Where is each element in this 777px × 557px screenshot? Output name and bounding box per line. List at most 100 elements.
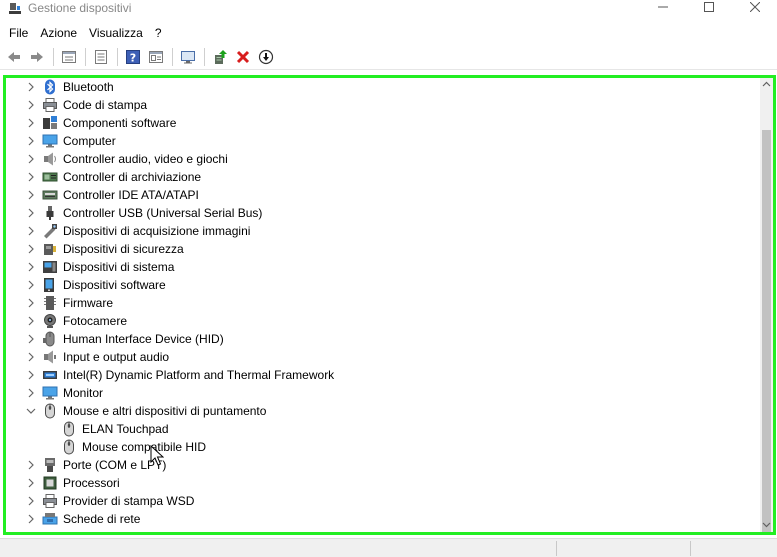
chevron-right-icon[interactable] xyxy=(26,460,36,470)
chevron-right-icon[interactable] xyxy=(26,370,36,380)
tree-node-dispositivi-di-sistema[interactable]: Dispositivi di sistema xyxy=(6,258,760,276)
close-button[interactable] xyxy=(732,0,777,14)
chevron-right-icon[interactable] xyxy=(26,496,36,506)
port-icon xyxy=(45,458,55,472)
tree-node-fotocamere[interactable]: Fotocamere xyxy=(6,312,760,330)
firmware-chip-icon xyxy=(44,296,56,310)
chevron-right-icon[interactable] xyxy=(26,190,36,200)
svg-text:?: ? xyxy=(130,52,136,65)
chevron-right-icon[interactable] xyxy=(26,82,36,92)
device-list-button[interactable] xyxy=(90,46,112,68)
back-button[interactable] xyxy=(3,46,25,68)
tree-node-provider-di-stampa-wsd[interactable]: Provider di stampa WSD xyxy=(6,492,760,510)
scrollbar-thumb[interactable] xyxy=(762,130,771,532)
scroll-up-icon[interactable] xyxy=(762,80,771,89)
tree-node-label: Mouse e altri dispositivi di puntamento xyxy=(63,404,267,418)
chevron-right-icon[interactable] xyxy=(26,118,36,128)
chevron-right-icon[interactable] xyxy=(26,172,36,182)
help-button[interactable]: ? xyxy=(122,46,144,68)
chevron-right-icon[interactable] xyxy=(26,514,36,524)
chevron-right-icon[interactable] xyxy=(26,280,36,290)
tree-node-code-di-stampa[interactable]: Code di stampa xyxy=(6,96,760,114)
tree-node-processori[interactable]: Processori xyxy=(6,474,760,492)
tree-node-mouse-compatibile-hid[interactable]: Mouse compatibile HID xyxy=(6,438,760,456)
chevron-right-icon[interactable] xyxy=(26,334,36,344)
view-button[interactable] xyxy=(145,46,167,68)
tree-node-label: Dispositivi di acquisizione immagini xyxy=(63,224,251,238)
properties-button[interactable] xyxy=(58,46,80,68)
tree-node-label: Computer xyxy=(63,134,116,148)
display-adapter-icon xyxy=(42,529,58,532)
scroll-down-icon[interactable] xyxy=(762,520,771,529)
maximize-icon xyxy=(704,2,714,12)
tree-node-monitor[interactable]: Monitor xyxy=(6,384,760,402)
security-key-icon xyxy=(44,244,56,255)
device-tree[interactable]: Bluetooth Code di stampa Componenti softwa… xyxy=(6,78,760,532)
scan-hardware-button[interactable] xyxy=(177,46,199,68)
tree-node-schede-video[interactable]: Schede video xyxy=(6,528,760,532)
update-driver-button[interactable] xyxy=(209,46,231,68)
chevron-right-icon[interactable] xyxy=(26,226,36,236)
chevron-right-icon[interactable] xyxy=(26,262,36,272)
tree-node-controller-audio-video-e-giochi[interactable]: Controller audio, video e giochi xyxy=(6,150,760,168)
tree-node-input-e-output-audio[interactable]: Input e output audio xyxy=(6,348,760,366)
minimize-icon xyxy=(658,6,668,8)
chevron-right-icon[interactable] xyxy=(26,244,36,254)
audio-io-icon xyxy=(44,350,56,364)
tree-node-dispositivi-di-acquisizione-immagini[interactable]: Dispositivi di acquisizione immagini xyxy=(6,222,760,240)
minimize-button[interactable] xyxy=(640,0,686,14)
tree-node-bluetooth[interactable]: Bluetooth xyxy=(6,78,760,96)
tree-node-label: Fotocamere xyxy=(63,314,128,328)
chevron-right-icon[interactable] xyxy=(26,298,36,308)
tree-node-label: Intel(R) Dynamic Platform and Thermal Fr… xyxy=(63,368,335,382)
chevron-right-icon[interactable] xyxy=(26,136,36,146)
tree-node-controller-usb-universal-serial-bus[interactable]: Controller USB (Universal Serial Bus) xyxy=(6,204,760,222)
tree-node-label: Controller USB (Universal Serial Bus) xyxy=(63,206,263,220)
tree-node-elan-touchpad[interactable]: ELAN Touchpad xyxy=(6,420,760,438)
chevron-right-icon[interactable] xyxy=(26,352,36,362)
forward-arrow-icon xyxy=(31,52,43,62)
uninstall-button[interactable] xyxy=(232,46,254,68)
tree-node-controller-di-archiviazione[interactable]: Controller di archiviazione xyxy=(6,168,760,186)
tree-node-label: Processori xyxy=(63,476,120,490)
chevron-right-icon[interactable] xyxy=(26,388,36,398)
tree-node-porte-com-e-lpt[interactable]: Porte (COM e LPT) xyxy=(6,456,760,474)
maximize-button[interactable] xyxy=(686,0,732,14)
chevron-right-icon[interactable] xyxy=(26,100,36,110)
menu-help[interactable]: ? xyxy=(149,23,168,43)
software-component-icon xyxy=(43,116,57,129)
tree-node-label: Bluetooth xyxy=(63,80,114,94)
mouse-icon xyxy=(64,439,74,455)
tree-node-dispositivi-di-sicurezza[interactable]: Dispositivi di sicurezza xyxy=(6,240,760,258)
window-title: Gestione dispositivi xyxy=(28,1,132,15)
chevron-down-icon[interactable] xyxy=(26,406,36,416)
tree-node-label: Firmware xyxy=(63,296,113,310)
tree-node-controller-ide-ata-atapi[interactable]: Controller IDE ATA/ATAPI xyxy=(6,186,760,204)
tree-node-firmware[interactable]: Firmware xyxy=(6,294,760,312)
tree-node-dispositivi-software[interactable]: Dispositivi software xyxy=(6,276,760,294)
chevron-right-icon[interactable] xyxy=(26,316,36,326)
forward-button[interactable] xyxy=(26,46,48,68)
status-bar xyxy=(0,538,777,557)
tree-node-mouse-e-altri-dispositivi-di-puntamento[interactable]: Mouse e altri dispositivi di puntamento xyxy=(6,402,760,420)
computer-icon xyxy=(42,134,58,148)
menu-file[interactable]: File xyxy=(3,23,34,43)
mouse-icon xyxy=(45,403,55,419)
tree-node-computer[interactable]: Computer xyxy=(6,132,760,150)
enable-device-button[interactable] xyxy=(255,46,277,68)
tree-node-human-interface-device-hid[interactable]: Human Interface Device (HID) xyxy=(6,330,760,348)
chevron-right-icon[interactable] xyxy=(26,208,36,218)
menu-visualizza[interactable]: Visualizza xyxy=(83,23,149,43)
help-icon: ? xyxy=(126,50,140,65)
printer-icon xyxy=(43,494,57,508)
chevron-right-icon[interactable] xyxy=(26,154,36,164)
vertical-scrollbar[interactable] xyxy=(760,78,773,532)
menu-azione[interactable]: Azione xyxy=(34,23,83,43)
status-divider xyxy=(690,541,691,556)
tree-node-schede-di-rete[interactable]: Schede di rete xyxy=(6,510,760,528)
chevron-right-icon[interactable] xyxy=(26,478,36,488)
monitor-scan-icon xyxy=(181,51,195,64)
tree-node-label: Provider di stampa WSD xyxy=(63,494,195,508)
tree-node-intel-r-dynamic-platform-and-thermal-framework[interactable]: Intel(R) Dynamic Platform and Thermal Fr… xyxy=(6,366,760,384)
tree-node-componenti-software[interactable]: Componenti software xyxy=(6,114,760,132)
